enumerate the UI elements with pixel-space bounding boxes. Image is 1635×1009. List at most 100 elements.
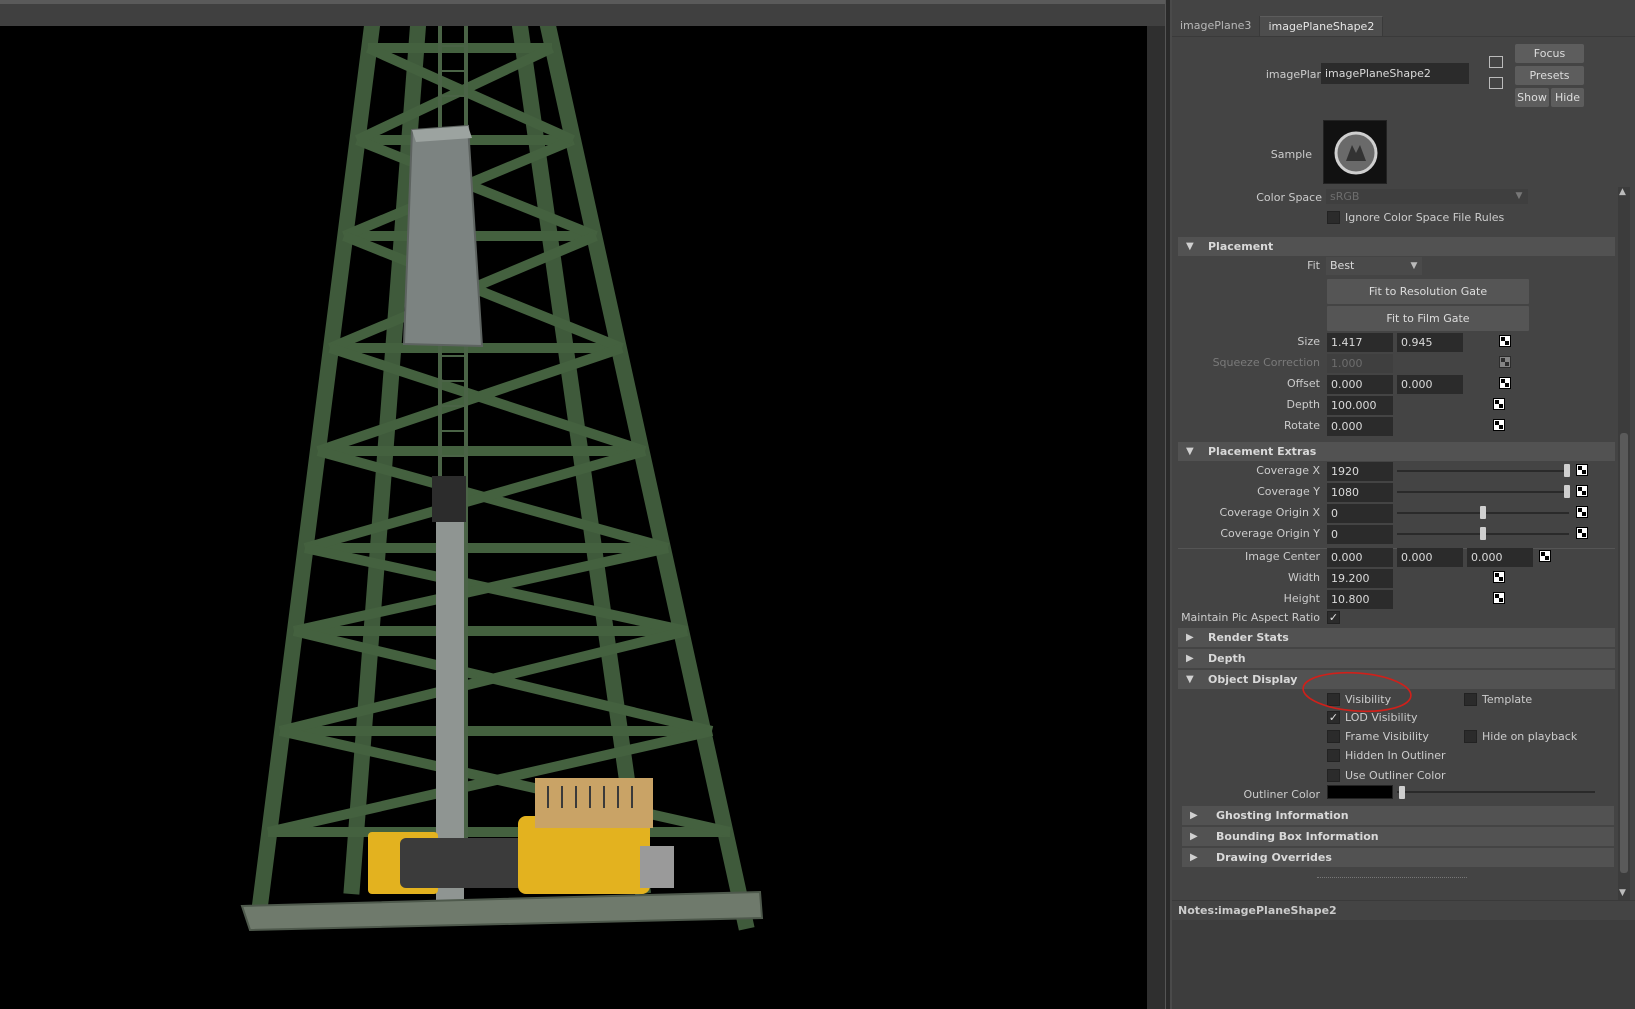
hide-on-playback-checkbox[interactable] — [1464, 730, 1477, 743]
outliner-color-slider-handle[interactable] — [1399, 786, 1405, 799]
width-label: Width — [1288, 571, 1320, 584]
tab-imageplane3[interactable]: imagePlane3 — [1172, 16, 1261, 36]
use-outliner-color-checkbox[interactable] — [1327, 769, 1340, 782]
base-platform — [240, 890, 764, 932]
size-y-field[interactable]: 0.945 — [1397, 333, 1463, 352]
coverage-origin-y-field[interactable]: 0 — [1327, 525, 1393, 544]
frame-visibility-label: Frame Visibility — [1345, 730, 1429, 743]
outliner-color-label: Outliner Color — [1243, 788, 1320, 801]
fit-select[interactable]: Best — [1326, 257, 1406, 275]
attribute-scroll-area: Color Space sRGB ▼ Ignore Color Space Fi… — [1172, 187, 1635, 900]
attribute-scrollbar[interactable]: ▲ ▼ — [1618, 187, 1630, 900]
hide-button[interactable]: Hide — [1551, 88, 1584, 107]
coverage-origin-x-field[interactable]: 0 — [1327, 504, 1393, 523]
image-center-y-field[interactable]: 0.000 — [1397, 548, 1463, 567]
scroll-up-icon[interactable]: ▲ — [1619, 187, 1626, 197]
outliner-color-swatch[interactable] — [1327, 785, 1393, 799]
rotate-field[interactable]: 0.000 — [1327, 417, 1393, 436]
expand-down-icon: ▼ — [1186, 446, 1194, 457]
coverage-y-label: Coverage Y — [1257, 485, 1320, 498]
presets-button[interactable]: Presets — [1515, 66, 1584, 85]
section-render-stats-title: Render Stats — [1208, 631, 1289, 644]
coverage-y-field[interactable]: 1080 — [1327, 483, 1393, 502]
map-coverage-x-icon[interactable] — [1576, 464, 1588, 476]
map-coverage-origin-x-icon[interactable] — [1576, 506, 1588, 518]
section-placement[interactable]: ▼ Placement — [1178, 237, 1615, 256]
depth-label: Depth — [1286, 398, 1320, 411]
fit-film-gate-button[interactable]: Fit to Film Gate — [1327, 306, 1529, 331]
map-size-icon[interactable] — [1499, 335, 1511, 347]
chevron-down-icon[interactable]: ▼ — [1406, 257, 1422, 275]
section-object-display-title: Object Display — [1208, 673, 1298, 686]
section-drawing-overrides-title: Drawing Overrides — [1216, 851, 1332, 864]
color-space-select[interactable]: sRGB — [1326, 189, 1510, 204]
viewport-canvas[interactable] — [0, 26, 1147, 1009]
coverage-origin-y-slider-handle[interactable] — [1480, 527, 1486, 540]
squeeze-field: 1.000 — [1327, 354, 1393, 373]
section-depth[interactable]: ▶ Depth — [1178, 649, 1615, 668]
section-ghosting[interactable]: ▶ Ghosting Information — [1182, 806, 1614, 825]
chevron-down-icon[interactable]: ▼ — [1510, 189, 1528, 204]
counterweight — [402, 124, 484, 348]
annotation-circle — [1302, 671, 1412, 713]
section-placement-extras[interactable]: ▼ Placement Extras — [1178, 442, 1615, 461]
section-bounding-box[interactable]: ▶ Bounding Box Information — [1182, 827, 1614, 846]
coverage-y-slider-handle[interactable] — [1564, 485, 1571, 498]
map-squeeze-icon — [1499, 356, 1511, 368]
select-input-icon[interactable] — [1489, 56, 1503, 68]
panel-splitter[interactable] — [1165, 0, 1172, 1009]
resize-grip[interactable] — [1317, 877, 1467, 878]
coverage-origin-x-slider-handle[interactable] — [1480, 506, 1486, 519]
sample-label: Sample — [1270, 148, 1312, 161]
coverage-x-field[interactable]: 1920 — [1327, 462, 1393, 481]
map-width-icon[interactable] — [1493, 571, 1505, 583]
select-output-icon[interactable] — [1489, 77, 1503, 89]
map-height-icon[interactable] — [1493, 592, 1505, 604]
notes-value[interactable]: imagePlaneShape2 — [1218, 904, 1337, 917]
node-header: imagePlane: imagePlaneShape2 Focus Prese… — [1172, 37, 1635, 187]
use-outliner-color-label: Use Outliner Color — [1345, 769, 1446, 782]
focus-button[interactable]: Focus — [1515, 44, 1584, 63]
frame-visibility-checkbox[interactable] — [1327, 730, 1340, 743]
scrollbar-thumb[interactable] — [1620, 433, 1628, 873]
outliner-color-slider-track[interactable] — [1397, 791, 1595, 793]
section-render-stats[interactable]: ▶ Render Stats — [1178, 628, 1615, 647]
offset-y-field[interactable]: 0.000 — [1397, 375, 1463, 394]
notes-label: Notes: — [1178, 904, 1219, 917]
scroll-down-icon[interactable]: ▼ — [1619, 888, 1626, 898]
depth-field[interactable]: 100.000 — [1327, 396, 1393, 415]
template-checkbox[interactable] — [1464, 693, 1477, 706]
image-center-x-field[interactable]: 0.000 — [1327, 548, 1393, 567]
width-field[interactable]: 19.200 — [1327, 569, 1393, 588]
expand-right-icon: ▶ — [1186, 653, 1194, 664]
sample-swatch[interactable] — [1323, 120, 1387, 184]
ignore-rules-checkbox[interactable] — [1327, 211, 1340, 224]
coverage-x-slider-track[interactable] — [1397, 470, 1569, 472]
coverage-y-slider-track[interactable] — [1397, 491, 1569, 493]
map-depth-icon[interactable] — [1493, 398, 1505, 410]
coverage-x-slider-handle[interactable] — [1564, 464, 1571, 477]
ignore-rules-label: Ignore Color Space File Rules — [1345, 211, 1505, 224]
fit-resolution-gate-button[interactable]: Fit to Resolution Gate — [1327, 279, 1529, 304]
map-offset-icon[interactable] — [1499, 377, 1511, 389]
map-rotate-icon[interactable] — [1493, 419, 1505, 431]
coverage-x-label: Coverage X — [1256, 464, 1320, 477]
height-field[interactable]: 10.800 — [1327, 590, 1393, 609]
maintain-ratio-checkbox[interactable]: ✓ — [1327, 611, 1340, 624]
size-x-field[interactable]: 1.417 — [1327, 333, 1393, 352]
tab-imageplaneshape2[interactable]: imagePlaneShape2 — [1260, 16, 1384, 36]
notes-area[interactable] — [1172, 920, 1635, 1009]
hidden-in-outliner-checkbox[interactable] — [1327, 749, 1340, 762]
imageplane-name-field[interactable]: imagePlaneShape2 — [1321, 63, 1469, 84]
map-coverage-y-icon[interactable] — [1576, 485, 1588, 497]
expand-right-icon: ▶ — [1190, 831, 1198, 842]
section-drawing-overrides[interactable]: ▶ Drawing Overrides — [1182, 848, 1614, 867]
image-center-z-field[interactable]: 0.000 — [1467, 548, 1533, 567]
offset-label: Offset — [1286, 377, 1320, 390]
show-button[interactable]: Show — [1515, 88, 1549, 107]
expand-right-icon: ▶ — [1190, 810, 1198, 821]
map-image-center-icon[interactable] — [1539, 550, 1551, 562]
offset-x-field[interactable]: 0.000 — [1327, 375, 1393, 394]
maintain-ratio-label: Maintain Pic Aspect Ratio — [1181, 611, 1320, 624]
map-coverage-origin-y-icon[interactable] — [1576, 527, 1588, 539]
